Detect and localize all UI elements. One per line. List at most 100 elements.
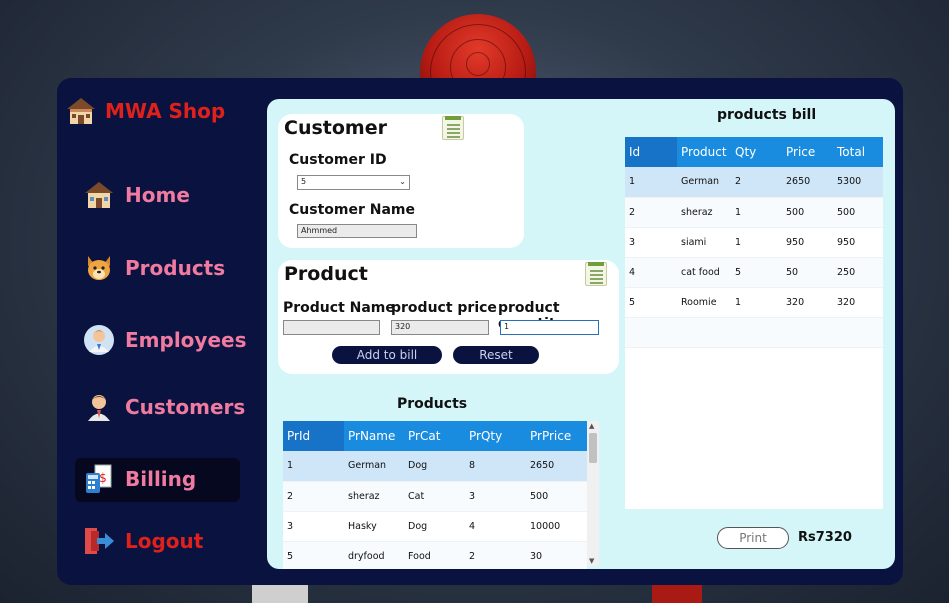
table-cell: 30 <box>526 541 587 569</box>
nav-customers[interactable]: Customers <box>83 391 245 423</box>
column-header[interactable]: PrCat <box>404 421 465 451</box>
table-cell: 10000 <box>526 511 587 542</box>
column-header[interactable]: Total <box>833 137 883 167</box>
table-cell: 500 <box>782 197 833 228</box>
table-cell: Cat <box>404 481 465 512</box>
customer-id-value: 5 <box>301 177 307 186</box>
table-cell: 2 <box>465 541 526 569</box>
product-price-label: product price <box>391 300 497 316</box>
employee-icon <box>83 324 115 356</box>
column-header[interactable]: Qty <box>731 137 782 167</box>
customer-id-select[interactable]: 5 ⌄ <box>297 175 410 190</box>
product-price-input[interactable]: 320 <box>391 320 489 335</box>
table-cell: cat food <box>677 257 731 288</box>
products-table-title: Products <box>397 396 468 412</box>
nav-employees[interactable]: Employees <box>83 324 246 356</box>
table-cell: German <box>677 167 731 198</box>
product-name-label: Product Name <box>283 300 395 316</box>
bill-table: Id Product Qty Price Total 1 German 2 26… <box>625 137 883 509</box>
bill-table-header: Id Product Qty Price Total <box>625 137 883 167</box>
table-cell: 2 <box>625 197 677 228</box>
nav-products[interactable]: Products <box>83 252 225 284</box>
table-row[interactable]: 3 Hasky Dog 4 10000 <box>283 511 587 542</box>
table-row[interactable]: 5 dryfood Food 2 30 <box>283 541 587 569</box>
table-cell: 950 <box>833 227 883 258</box>
nav-billing[interactable]: $ Billing <box>83 463 196 495</box>
table-row[interactable]: 2 sheraz 1 500 500 <box>625 197 883 228</box>
nav-logout[interactable]: Logout <box>83 525 203 557</box>
nav-label: Products <box>125 256 226 280</box>
table-cell: 500 <box>833 197 883 228</box>
shop-icon <box>65 95 97 127</box>
table-cell: 2 <box>731 167 782 198</box>
logout-icon <box>83 525 115 557</box>
brand-title: MWA Shop <box>105 99 226 123</box>
table-cell: 4 <box>465 511 526 542</box>
notepad-icon <box>585 262 607 286</box>
nav-label: Employees <box>125 328 247 352</box>
add-to-bill-button[interactable]: Add to bill <box>332 346 442 364</box>
table-cell: 1 <box>731 287 782 318</box>
svg-text:$: $ <box>99 471 107 485</box>
calculator-icon: $ <box>83 463 115 495</box>
table-cell: 1 <box>625 167 677 198</box>
table-row[interactable]: 4 cat food 5 50 250 <box>625 257 883 288</box>
bill-total: Rs7320 <box>798 530 852 545</box>
table-cell: 2650 <box>782 167 833 198</box>
table-cell: 2 <box>283 481 344 512</box>
table-row[interactable]: 3 siami 1 950 950 <box>625 227 883 258</box>
column-header[interactable]: Id <box>625 137 677 167</box>
nav-home[interactable]: Home <box>83 179 190 211</box>
chevron-down-icon: ⌄ <box>399 177 406 186</box>
table-row[interactable]: 2 sheraz Cat 3 500 <box>283 481 587 512</box>
table-cell: 320 <box>833 287 883 318</box>
table-cell: siami <box>677 227 731 258</box>
billing-panel: Customer Customer ID 5 ⌄ Customer Name A… <box>267 99 895 569</box>
customer-title: Customer <box>284 117 387 139</box>
notepad-icon <box>442 116 464 140</box>
brand: MWA Shop <box>65 95 225 127</box>
house-icon <box>83 179 115 211</box>
table-cell: dryfood <box>344 541 404 569</box>
bill-title: products bill <box>717 107 817 123</box>
column-header[interactable]: PrQty <box>465 421 526 451</box>
table-cell: Dog <box>404 451 465 482</box>
table-cell: 3 <box>465 481 526 512</box>
products-table-scrollbar[interactable]: ▲ ▼ <box>587 421 599 566</box>
column-header[interactable]: PrPrice <box>526 421 587 451</box>
reset-button[interactable]: Reset <box>453 346 539 364</box>
scroll-up-icon[interactable]: ▲ <box>589 422 594 430</box>
column-header[interactable]: PrId <box>283 421 344 451</box>
products-table: PrId PrName PrCat PrQty PrPrice 1 German… <box>283 421 587 569</box>
table-cell: Roomie <box>677 287 731 318</box>
table-cell: 950 <box>782 227 833 258</box>
scrollbar-thumb[interactable] <box>589 433 597 463</box>
table-cell: 1 <box>731 197 782 228</box>
table-cell: 5 <box>283 541 344 569</box>
column-header[interactable]: PrName <box>344 421 404 451</box>
print-button[interactable]: Print <box>717 527 789 549</box>
table-cell: 3 <box>625 227 677 258</box>
table-cell: 5300 <box>833 167 883 198</box>
table-cell: 2650 <box>526 451 587 482</box>
scroll-down-icon[interactable]: ▼ <box>589 557 594 565</box>
customer-name-input[interactable]: Ahmmed <box>297 224 417 238</box>
customer-name-label: Customer Name <box>289 202 415 218</box>
table-row[interactable]: 1 German 2 2650 5300 <box>625 167 883 198</box>
product-quantity-input[interactable]: 1 <box>500 320 599 335</box>
app-window: MWA Shop Home Products Employees Custome… <box>57 78 903 585</box>
table-cell: 5 <box>731 257 782 288</box>
table-row[interactable]: 5 Roomie 1 320 320 <box>625 287 883 318</box>
table-cell: 50 <box>782 257 833 288</box>
product-name-input[interactable] <box>283 320 380 335</box>
customer-card: Customer Customer ID 5 ⌄ Customer Name A… <box>278 114 524 248</box>
dog-icon <box>83 252 115 284</box>
table-cell: 1 <box>283 451 344 482</box>
products-table-header: PrId PrName PrCat PrQty PrPrice <box>283 421 587 451</box>
table-cell: Dog <box>404 511 465 542</box>
customer-id-label: Customer ID <box>289 152 387 168</box>
table-row[interactable]: 1 German Dog 8 2650 <box>283 451 587 482</box>
column-header[interactable]: Product <box>677 137 731 167</box>
column-header[interactable]: Price <box>782 137 833 167</box>
table-cell: 8 <box>465 451 526 482</box>
